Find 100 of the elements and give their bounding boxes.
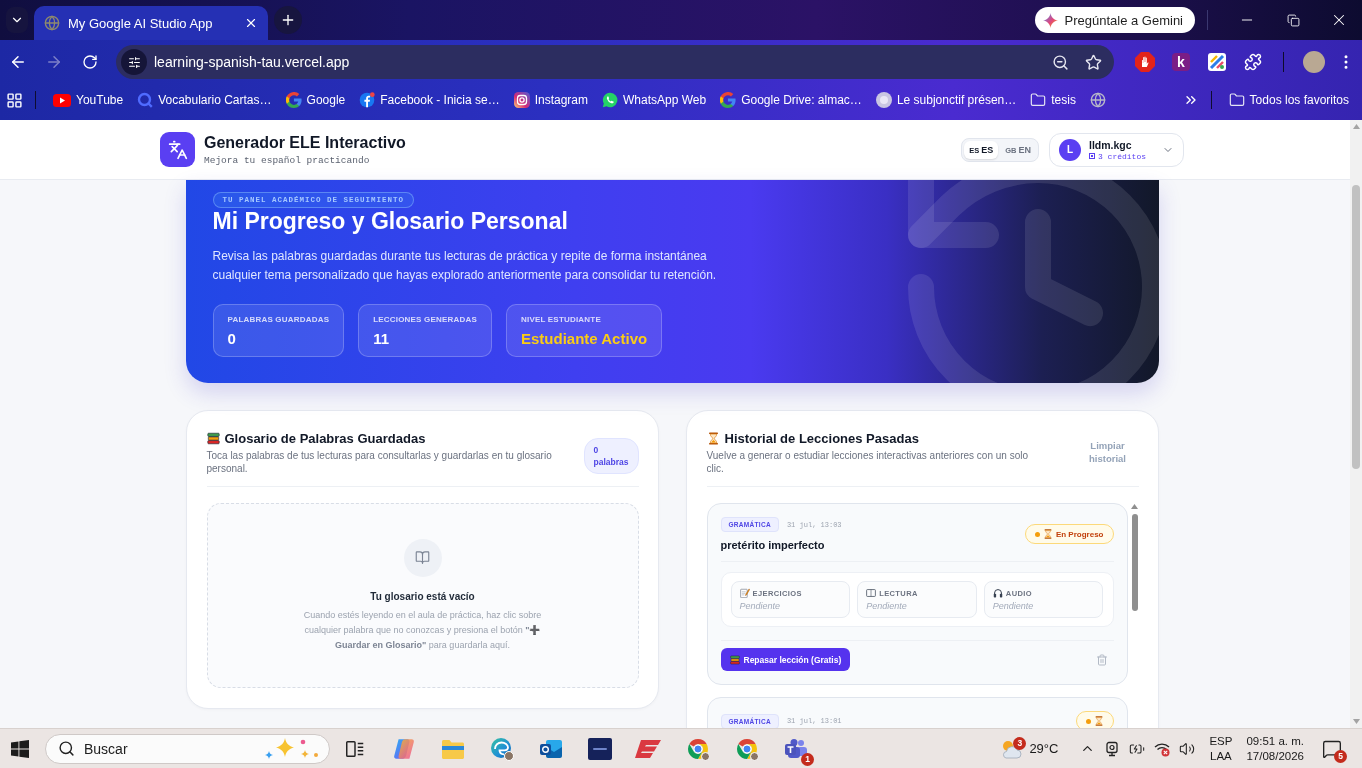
clock-button[interactable]: 09:51 a. m. 17/08/2026 [1246, 733, 1304, 764]
folder-icon [1030, 92, 1047, 108]
app-subtitle: Mejora tu español practicando [204, 154, 371, 166]
plus-icon [280, 12, 296, 28]
camera-logo-icon [513, 92, 530, 108]
hero-description: Revisa las palabras guardadas durante tus lecturas de práctica y repite de forma instantánea cualquier tema personalizado que hayas explorado anteriormente para consolidar tu retención. [212, 248, 718, 284]
bookmark-link[interactable]: tesis [1023, 88, 1083, 112]
scrollbar-thumb[interactable] [1131, 514, 1138, 611]
stat-value: 0 [227, 329, 237, 347]
tab-list-button[interactable] [6, 7, 28, 33]
empty-state-text: Cuando estés leyendo en el aula de práctica, haz clic sobre cualquier palabra que no conozcas y presiona el botón "➕ Guardar en Glosario" para guardarla aquí. [302, 608, 543, 652]
start-icon[interactable] [11, 739, 29, 758]
folder-icon [1228, 92, 1245, 108]
bookmark-star-icon[interactable] [1085, 53, 1102, 71]
notification-badge: 3 [1013, 736, 1027, 750]
site-settings-icon[interactable] [121, 49, 147, 75]
headphones-icon [992, 588, 1003, 598]
video-play-icon [53, 93, 71, 107]
mail-app-icon[interactable] [539, 737, 563, 760]
status-pill: En Progreso [1024, 524, 1114, 544]
round-favicon-icon [875, 92, 892, 108]
hourglass-icon [1093, 716, 1104, 726]
memo-icon [739, 588, 750, 598]
extension-button[interactable]: k [1172, 53, 1190, 71]
word-count-badge: 0 palabras [583, 438, 639, 474]
team-app-icon[interactable] [784, 737, 808, 760]
status-dot-icon [1034, 531, 1040, 537]
progress-state: Pendiente [992, 601, 1035, 611]
input-language-indicator[interactable]: ESP LAA [1209, 733, 1233, 764]
user-name: lldm.kgc [1089, 138, 1132, 151]
profile-avatar[interactable] [1303, 51, 1325, 73]
stat-label: PALABRAS GUARDADAS [227, 314, 330, 324]
credits-text: 3 créditos [1089, 151, 1146, 161]
stat-value: Estudiante Activo [521, 329, 648, 347]
volume-icon[interactable] [1179, 740, 1196, 757]
taskbar-search-box[interactable]: Buscar [45, 733, 330, 764]
notification-badge: 5 [1334, 749, 1347, 763]
color-grid-icon[interactable] [1208, 53, 1226, 71]
hero-title: Mi Progreso y Glosario Personal [212, 208, 569, 235]
bookmark-link[interactable]: Instagram [506, 88, 595, 112]
file-folder-icon[interactable] [441, 737, 465, 760]
review-lesson-button[interactable]: Repasar lección (Gratis) [720, 648, 851, 671]
progress-state: Pendiente [866, 601, 908, 611]
forward-icon[interactable] [45, 53, 63, 71]
round-browser-icon[interactable] [686, 736, 710, 761]
open-book-icon [403, 538, 442, 577]
dark-tile-icon[interactable] [588, 737, 612, 760]
scrollbar-thumb[interactable] [1352, 185, 1360, 469]
globe-icon [1089, 92, 1106, 108]
bookmark-link[interactable]: YouTube [46, 89, 131, 111]
hourglass-icon [706, 432, 720, 445]
stop-hand-icon[interactable] [1135, 52, 1155, 72]
bookmark-link[interactable]: Facebook - Inicia se… [352, 88, 507, 112]
search-input[interactable]: Buscar [84, 740, 254, 757]
url-field[interactable]: learning-spanish-tau.vercel.app [154, 54, 1045, 70]
books-icon [729, 654, 740, 665]
wave-browser-icon[interactable] [490, 736, 514, 761]
book-icon [866, 588, 877, 598]
browser-tab[interactable]: My Google AI Studio App [34, 6, 268, 40]
f-logo-icon [359, 92, 376, 108]
globe-icon [44, 15, 60, 31]
gemini-button[interactable]: Pregúntale a Gemini [1035, 7, 1195, 33]
tab-title: My Google AI Studio App [68, 15, 214, 31]
apps-grid-icon[interactable] [6, 91, 23, 109]
bookmark-link[interactable]: Google Drive: almac… [713, 88, 869, 112]
close-icon[interactable] [244, 16, 258, 30]
app-title: Generador ELE Interactivo [204, 133, 406, 152]
user-menu-button[interactable]: L lldm.kgc 3 créditos [1049, 132, 1184, 167]
card-subtitle: Vuelve a generar o estudiar lecciones interactivas anteriores con un solo clic. [706, 449, 1029, 475]
address-bar[interactable]: learning-spanish-tau.vercel.app [116, 45, 1114, 79]
chat-bubble-icon [602, 92, 618, 108]
g-logo-icon [285, 92, 302, 108]
zoom-icon[interactable] [1052, 53, 1069, 71]
bookmark-link[interactable]: Vocabulario Cartas… [130, 88, 279, 112]
card-title: Glosario de Palabras Guardadas [224, 431, 426, 446]
back-icon[interactable] [9, 53, 27, 71]
scroll-up-arrow-icon[interactable] [1131, 504, 1138, 509]
bookmark-link[interactable]: Google [278, 88, 353, 112]
hourglass-icon [1042, 529, 1053, 539]
translate-logo-icon [160, 132, 195, 167]
puzzle-icon[interactable] [1244, 53, 1262, 71]
credit-box-icon [1089, 153, 1095, 159]
new-tab-button[interactable] [274, 6, 302, 34]
user-avatar: L [1059, 138, 1081, 161]
stat-label: NIVEL ESTUDIANTE [521, 314, 602, 324]
reload-icon[interactable] [82, 54, 98, 70]
bookmark-link[interactable]: Le subjonctif présen… [868, 88, 1024, 112]
card-subtitle: Toca las palabras de tus lecturas para consultarlas y guardarlas en tu glosario personal. [206, 449, 553, 475]
empty-state-title: Tu glosario está vacío [370, 590, 475, 602]
notification-icon[interactable] [1322, 738, 1342, 759]
round-browser-icon[interactable] [735, 736, 759, 761]
lesson-title: pretérito imperfecto [720, 539, 826, 551]
bookmark-link[interactable]: WhatsApp Web [595, 88, 714, 112]
bookmark-link[interactable]: Todos los favoritos [1221, 88, 1356, 112]
device-icon[interactable] [1104, 740, 1121, 757]
clock-history-icon [905, 180, 1159, 383]
stripes-logo-icon[interactable] [635, 738, 663, 759]
search-icon [58, 740, 75, 757]
restore-icon[interactable] [1286, 13, 1300, 27]
progress-state: Pendiente [739, 601, 782, 611]
